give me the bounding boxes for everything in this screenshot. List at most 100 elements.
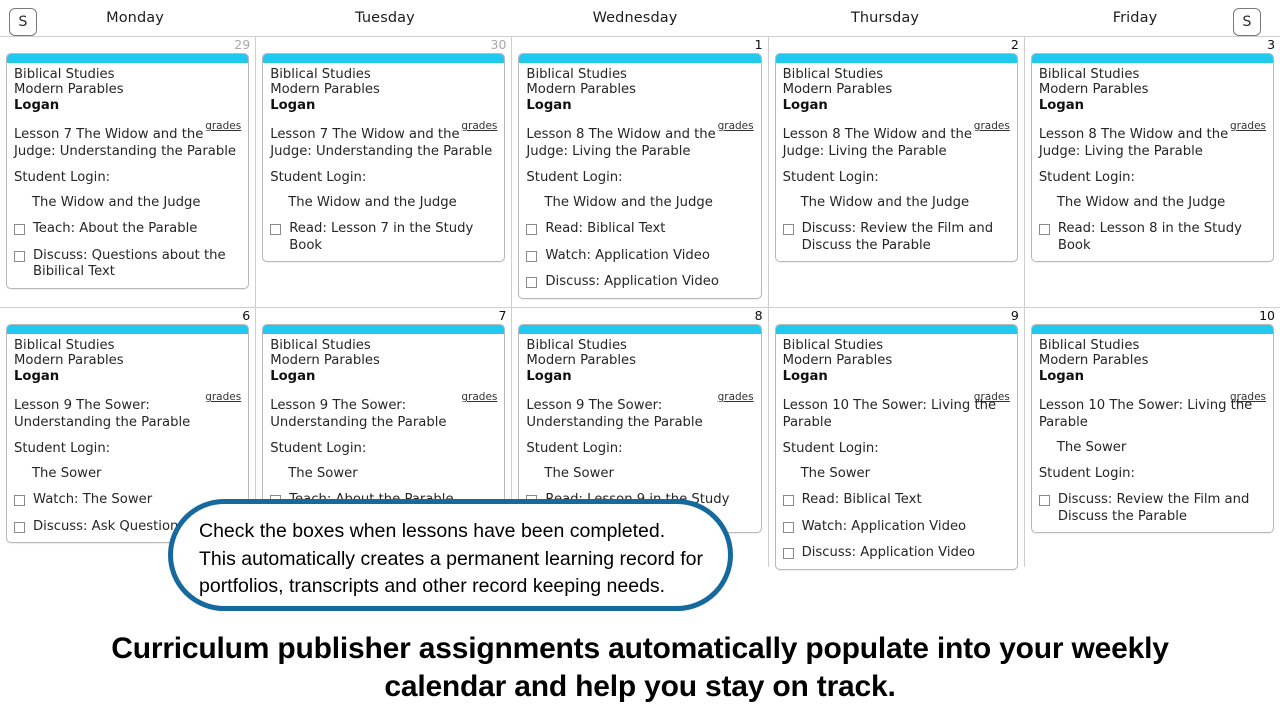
grades-link[interactable]: grades	[718, 391, 754, 403]
card-accent-bar	[7, 325, 249, 334]
task-checkbox[interactable]	[782, 224, 794, 236]
task-item[interactable]: Watch: Application Video	[782, 519, 1010, 536]
task-label: Teach: About the Parable	[33, 221, 198, 237]
card-body: Biblical Studies Modern Parables Logan grad…	[776, 334, 1017, 569]
assignment-card[interactable]: Biblical Studies Modern Parables Logan grad…	[6, 53, 250, 289]
card-student-name: Logan	[526, 368, 572, 384]
task-item[interactable]: Discuss: Application Video	[526, 274, 753, 291]
task-checkbox[interactable]	[782, 548, 794, 560]
task-label: Watch: Application Video	[545, 247, 710, 263]
card-body: Biblical Studies Modern Parables Logan grad…	[263, 63, 504, 261]
card-course-name: Biblical Studies	[526, 338, 627, 353]
task-label: Read: Biblical Text	[801, 492, 922, 508]
weekly-calendar-app: S S Monday Tuesday Wednesday Thursday Fr…	[0, 0, 1280, 720]
task-label: Read: Lesson 7 in the Study Book	[289, 221, 474, 253]
callout-line-1: Check the boxes when lessons have been c…	[199, 520, 666, 542]
card-login-label: Student Login:	[526, 441, 623, 457]
callout-line-3: portfolios, transcripts and other record…	[199, 575, 666, 597]
task-checkbox[interactable]	[782, 521, 794, 533]
task-item[interactable]: Read: Biblical Text	[782, 492, 1010, 509]
task-item[interactable]: Read: Lesson 8 in the Study Book	[1038, 221, 1266, 254]
task-checkbox[interactable]	[526, 250, 538, 262]
task-label: Discuss: Application Video	[801, 545, 976, 561]
card-lesson-title: Lesson 10 The Sower: Living the Parable	[1038, 398, 1253, 430]
task-item[interactable]: Discuss: Review the Film and Discuss the…	[782, 221, 1010, 254]
card-student-name: Logan	[782, 97, 828, 113]
card-student-name: Logan	[526, 97, 572, 113]
card-accent-bar	[1031, 325, 1274, 334]
card-login-value: The Sower	[32, 466, 102, 482]
grades-link[interactable]: grades	[205, 391, 241, 403]
task-label: Discuss: Review the Film and Discuss the…	[801, 221, 994, 253]
task-item[interactable]: Discuss: Review the Film and Discuss the…	[1038, 492, 1266, 525]
task-item[interactable]: Read: Lesson 7 in the Study Book	[270, 221, 497, 254]
task-checkbox[interactable]	[1038, 224, 1050, 236]
task-checkbox[interactable]	[14, 250, 25, 262]
day-number: 7	[498, 308, 507, 323]
card-accent-bar	[1031, 54, 1274, 63]
task-checkbox[interactable]	[270, 224, 282, 236]
card-student-name: Logan	[1038, 97, 1085, 113]
callout-text: Check the boxes when lessons have been c…	[199, 518, 711, 601]
day-cell[interactable]: 3 Biblical Studies Modern Parables Logan gra…	[1023, 37, 1280, 307]
task-checkbox[interactable]	[14, 521, 25, 533]
card-body: Biblical Studies Modern Parables Logan grad…	[1032, 334, 1273, 532]
card-unit-name: Modern Parables	[270, 353, 380, 369]
assignment-card[interactable]: Biblical Studies Modern Parables Logan grad…	[1030, 53, 1275, 263]
grades-link[interactable]: grades	[718, 120, 754, 132]
card-accent-bar	[775, 54, 1017, 63]
card-login-value: The Sower	[800, 466, 871, 482]
task-item[interactable]: Discuss: Questions about the Bibilical T…	[14, 248, 241, 281]
day-header-monday: Monday	[106, 10, 164, 26]
task-checkbox[interactable]	[1038, 495, 1050, 507]
grades-link[interactable]: grades	[461, 120, 497, 132]
task-checkbox[interactable]	[14, 495, 25, 507]
card-login-value: The Sower	[544, 466, 614, 482]
card-body: Biblical Studies Modern Parables Logan grad…	[776, 63, 1017, 261]
assignment-card[interactable]: Biblical Studies Modern Parables Logan grad…	[262, 324, 506, 517]
day-number: 6	[242, 308, 251, 323]
card-course-name: Biblical Studies	[270, 338, 371, 353]
task-checkbox[interactable]	[14, 224, 25, 236]
task-checkbox[interactable]	[782, 495, 794, 507]
task-item[interactable]: Discuss: Application Video	[782, 545, 1010, 562]
card-unit-name: Modern Parables	[526, 82, 637, 98]
assignment-card[interactable]: Biblical Studies Modern Parables Logan grad…	[518, 53, 762, 299]
day-cell[interactable]: 10 Biblical Studies Modern Parables Logan gr…	[1023, 308, 1280, 567]
day-number: 30	[490, 37, 507, 52]
task-item[interactable]: Read: Biblical Text	[526, 221, 753, 238]
task-checkbox[interactable]	[526, 277, 538, 289]
day-cell[interactable]: 29 Biblical Studies Modern Parables Logan gr…	[0, 37, 255, 307]
task-checkbox[interactable]	[526, 224, 538, 236]
card-accent-bar	[519, 325, 761, 334]
day-name-row: Monday Tuesday Wednesday Thursday Friday	[10, 0, 1260, 36]
card-student-name: Logan	[14, 368, 60, 384]
card-login-value: The Sower	[1056, 440, 1127, 456]
grades-link[interactable]: grades	[205, 120, 241, 132]
assignment-card[interactable]: Biblical Studies Modern Parables Logan grad…	[774, 324, 1018, 570]
card-course-name: Biblical Studies	[782, 338, 884, 353]
day-header-friday: Friday	[1112, 10, 1158, 26]
grades-row: grades	[526, 385, 754, 403]
day-number: 8	[754, 308, 763, 323]
grades-link[interactable]: grades	[1230, 120, 1266, 132]
day-cell[interactable]: 9 Biblical Studies Modern Parables Logan gra…	[767, 308, 1024, 570]
task-item[interactable]: Teach: About the Parable	[14, 221, 241, 238]
day-cell[interactable]: 30 Biblical Studies Modern Parables Logan gr…	[255, 37, 511, 307]
task-item[interactable]: Watch: Application Video	[526, 248, 753, 265]
day-cell[interactable]: 1 Biblical Studies Modern Parables Logan gra…	[511, 37, 767, 307]
day-cell[interactable]: 2 Biblical Studies Modern Parables Logan gra…	[767, 37, 1024, 307]
card-login-label: Student Login:	[14, 170, 111, 186]
grades-link[interactable]: grades	[461, 391, 497, 403]
grades-link[interactable]: grades	[974, 120, 1010, 132]
card-course-name: Biblical Studies	[1038, 67, 1140, 82]
grades-row: grades	[270, 114, 497, 132]
day-number: 1	[754, 37, 763, 52]
assignment-card[interactable]: Biblical Studies Modern Parables Logan grad…	[262, 53, 506, 263]
assignment-card[interactable]: Biblical Studies Modern Parables Logan grad…	[1030, 324, 1275, 534]
card-course-name: Biblical Studies	[1038, 338, 1140, 353]
assignment-card[interactable]: Biblical Studies Modern Parables Logan grad…	[774, 53, 1018, 263]
calendar-header: S S Monday Tuesday Wednesday Thursday Fr…	[0, 0, 1280, 36]
grades-row: grades	[783, 385, 1010, 403]
card-unit-name: Modern Parables	[526, 353, 637, 369]
